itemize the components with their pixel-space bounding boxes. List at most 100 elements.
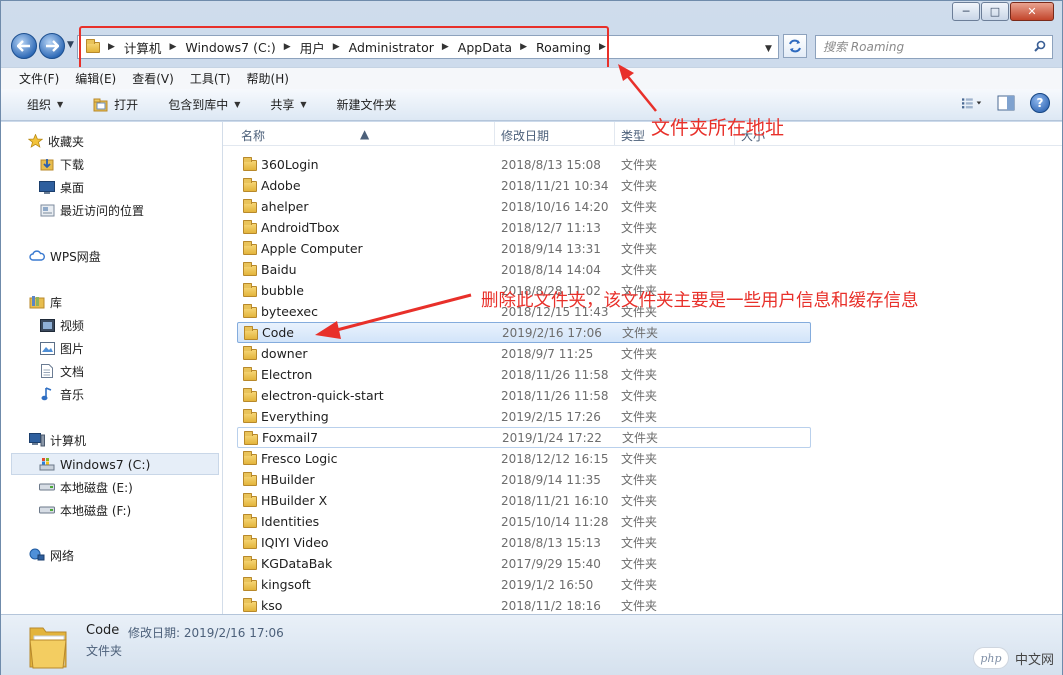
nav-videos-label: 视频 (60, 318, 85, 333)
address-annotation: 文件夹所在地址 (651, 117, 785, 139)
menu-help[interactable]: 帮助(H) (247, 70, 289, 87)
nav-drive-e[interactable]: 本地磁盘 (E:) (39, 477, 133, 497)
file-row[interactable]: KGDataBak 2017/9/29 15:40 文件夹 (237, 553, 811, 574)
nav-network[interactable]: 网络 (29, 545, 74, 565)
column-divider[interactable] (494, 122, 495, 146)
file-row[interactable]: IQIYI Video 2018/8/13 15:13 文件夹 (237, 532, 811, 553)
nav-computer[interactable]: 计算机 (29, 430, 86, 450)
nav-downloads[interactable]: 下载 (39, 154, 84, 174)
file-row[interactable]: kingsoft 2019/1/2 16:50 文件夹 (237, 574, 811, 595)
column-modified[interactable]: 修改日期 (501, 127, 549, 144)
file-type: 文件夹 (621, 158, 658, 172)
arrow-left-icon (17, 40, 30, 52)
nav-drive-e-label: 本地磁盘 (E:) (60, 480, 133, 495)
file-row[interactable]: Electron 2018/11/26 11:58 文件夹 (237, 364, 811, 385)
recent-pages-dropdown[interactable]: ▼ (67, 40, 74, 50)
folder-icon (243, 388, 257, 402)
menu-edit[interactable]: 编辑(E) (75, 70, 116, 87)
file-modified-date: 2019/1/2 16:50 (501, 577, 594, 592)
minimize-button[interactable]: ─ (952, 2, 980, 21)
file-modified-date: 2018/11/26 11:58 (501, 388, 609, 403)
file-type: 文件夹 (621, 263, 658, 277)
nav-videos[interactable]: 视频 (39, 315, 84, 335)
file-row[interactable]: downer 2018/9/7 11:25 文件夹 (237, 343, 811, 364)
nav-pictures[interactable]: 图片 (39, 338, 84, 358)
share-button[interactable]: 共享 ▼ (270, 96, 306, 113)
caption-buttons: ─ □ ✕ (952, 2, 1054, 21)
menu-file[interactable]: 文件(F) (19, 70, 59, 87)
file-row[interactable]: HBuilder 2018/9/14 11:35 文件夹 (237, 469, 811, 490)
column-divider[interactable] (614, 122, 615, 146)
file-row[interactable]: kso 2018/11/2 18:16 文件夹 (237, 595, 811, 614)
file-name: kingsoft (261, 577, 311, 592)
folder-icon (243, 283, 257, 297)
folder-icon (243, 304, 257, 318)
new-folder-label: 新建文件夹 (336, 98, 397, 112)
file-row[interactable]: ahelper 2018/10/16 14:20 文件夹 (237, 196, 811, 217)
file-modified-date: 2019/2/16 17:06 (502, 325, 602, 340)
include-in-library-button[interactable]: 包含到库中 ▼ (168, 96, 240, 113)
folder-icon (243, 451, 257, 465)
column-type[interactable]: 类型 (621, 127, 645, 144)
open-button[interactable]: 打开 (93, 96, 138, 113)
nav-recent-places[interactable]: 最近访问的位置 (39, 200, 144, 220)
back-button[interactable] (11, 33, 37, 59)
nav-favorites[interactable]: 收藏夹 (27, 131, 84, 151)
search-input[interactable] (823, 40, 1023, 54)
new-folder-button[interactable]: 新建文件夹 (337, 96, 397, 113)
folder-icon (243, 577, 257, 591)
file-type: 文件夹 (621, 200, 658, 214)
file-row[interactable]: Apple Computer 2018/9/14 13:31 文件夹 (237, 238, 811, 259)
file-row[interactable]: Code 2019/2/16 17:06 文件夹 (237, 322, 811, 343)
folder-icon (243, 199, 257, 213)
file-row[interactable]: 360Login 2018/8/13 15:08 文件夹 (237, 154, 811, 175)
nav-drive-c[interactable]: Windows7 (C:) (39, 454, 150, 474)
menu-tools[interactable]: 工具(T) (190, 70, 231, 87)
file-modified-date: 2018/11/21 16:10 (501, 493, 609, 508)
file-row[interactable]: AndroidTbox 2018/12/7 11:13 文件夹 (237, 217, 811, 238)
nav-desktop[interactable]: 桌面 (39, 177, 84, 197)
file-row[interactable]: electron-quick-start 2018/11/26 11:58 文件夹 (237, 385, 811, 406)
organize-label: 组织 (27, 98, 52, 112)
delete-annotation: 删除此文件夹，该文件夹主要是一些用户信息和缓存信息 (481, 291, 919, 311)
nav-wps-cloud[interactable]: WPS网盘 (29, 246, 101, 266)
file-row[interactable]: Baidu 2018/8/14 14:04 文件夹 (237, 259, 811, 280)
file-row[interactable]: Adobe 2018/11/21 10:34 文件夹 (237, 175, 811, 196)
downloads-folder-icon (39, 157, 55, 171)
nav-libraries[interactable]: 库 (29, 292, 62, 312)
file-row[interactable]: Foxmail7 2019/1/24 17:22 文件夹 (237, 427, 811, 448)
desktop-icon (39, 180, 55, 194)
file-modified-date: 2017/9/29 15:40 (501, 556, 601, 571)
file-modified-date: 2018/8/13 15:08 (501, 157, 601, 172)
file-row[interactable]: Identities 2015/10/14 11:28 文件夹 (237, 511, 811, 532)
search-box[interactable] (815, 35, 1053, 59)
file-name: HBuilder (261, 472, 315, 487)
forward-button[interactable] (39, 33, 65, 59)
file-type: 文件夹 (621, 347, 658, 361)
help-button[interactable]: ? (1030, 93, 1050, 113)
file-row[interactable]: HBuilder X 2018/11/21 16:10 文件夹 (237, 490, 811, 511)
organize-button[interactable]: 组织 ▼ (27, 96, 63, 113)
nav-documents[interactable]: 文档 (39, 361, 84, 381)
address-history-dropdown[interactable]: ▼ (765, 44, 772, 54)
file-row[interactable]: Fresco Logic 2018/12/12 16:15 文件夹 (237, 448, 811, 469)
file-row[interactable]: Everything 2019/2/15 17:26 文件夹 (237, 406, 811, 427)
column-name[interactable]: 名称 (241, 127, 265, 144)
menu-view[interactable]: 查看(V) (132, 70, 174, 87)
open-label: 打开 (114, 98, 139, 112)
change-view-button[interactable] (962, 94, 982, 112)
search-icon[interactable] (1034, 40, 1046, 52)
explorer-window: ─ □ ✕ ▼ ▶ 计算机 ▶ Windows7 (C:) ▶ 用户 ▶ Adm… (0, 0, 1063, 675)
nav-network-label: 网络 (50, 548, 75, 563)
nav-favorites-label: 收藏夹 (48, 134, 85, 149)
nav-drive-f[interactable]: 本地磁盘 (F:) (39, 500, 131, 520)
maximize-button[interactable]: □ (981, 2, 1009, 21)
refresh-button[interactable] (783, 34, 807, 58)
nav-music[interactable]: 音乐 (39, 384, 84, 404)
preview-pane-button[interactable] (996, 94, 1016, 112)
nav-libraries-label: 库 (50, 295, 63, 310)
file-name: Fresco Logic (261, 451, 338, 466)
close-button[interactable]: ✕ (1010, 2, 1054, 21)
recent-places-icon (39, 203, 55, 217)
file-name: downer (261, 346, 308, 361)
